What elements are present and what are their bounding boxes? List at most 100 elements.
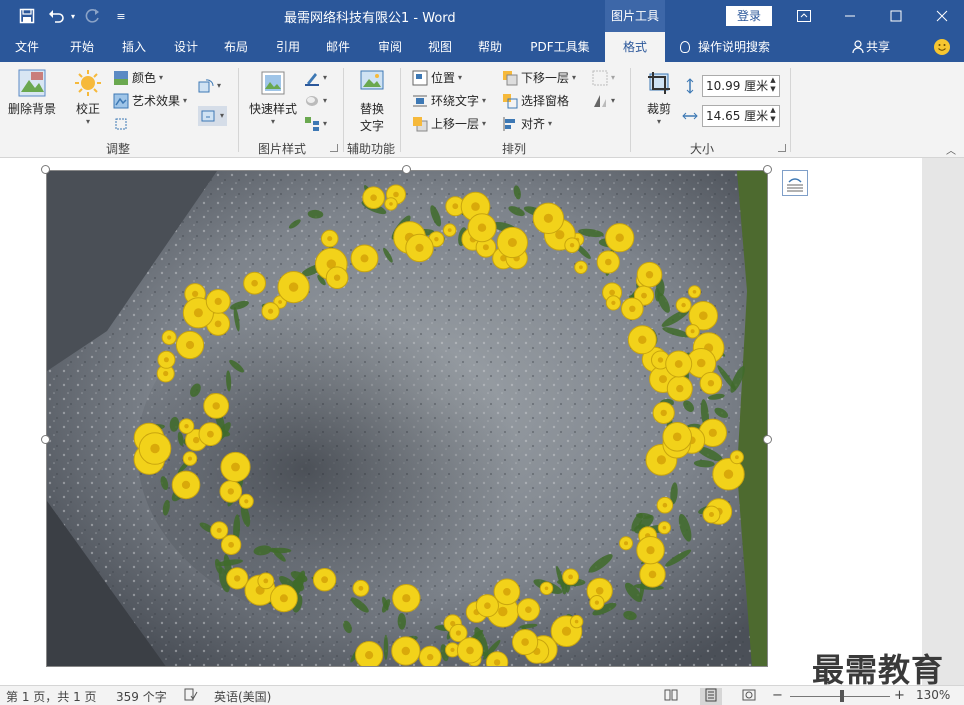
align-button[interactable]: 对齐 ▾: [502, 114, 552, 134]
artistic-effects-icon: [113, 93, 129, 109]
change-picture-button[interactable]: ▾: [198, 76, 221, 96]
login-button[interactable]: 登录: [726, 6, 772, 26]
zoom-in-button[interactable]: +: [894, 688, 905, 703]
reset-picture-button[interactable]: ▾: [198, 106, 228, 126]
tell-me-search[interactable]: 操作说明搜索: [680, 32, 770, 62]
maximize-icon[interactable]: [874, 0, 918, 32]
picture-layout-button[interactable]: ▾: [304, 114, 327, 134]
tab-home[interactable]: 开始: [58, 32, 106, 62]
customize-icon[interactable]: ≡: [106, 0, 136, 32]
quick-styles-button[interactable]: 快速样式 ▾: [246, 68, 300, 126]
flower-center: [525, 606, 532, 613]
selected-picture[interactable]: [46, 170, 768, 667]
size-launcher-icon[interactable]: [778, 144, 786, 152]
width-input[interactable]: 14.65 厘米 ▲ ▼: [702, 105, 780, 127]
group-separator: [343, 68, 344, 152]
flower-center: [455, 630, 461, 636]
resize-handle-top-right[interactable]: [763, 165, 772, 174]
word-count[interactable]: 359 个字: [116, 688, 167, 705]
compress-pictures-button[interactable]: [113, 114, 129, 134]
position-button[interactable]: 位置 ▾: [412, 68, 462, 88]
tab-layout[interactable]: 布局: [212, 32, 260, 62]
artistic-effects-button[interactable]: 艺术效果 ▾: [113, 91, 187, 111]
share-button[interactable]: 共享: [852, 32, 890, 62]
rotate-button[interactable]: ▾: [592, 91, 615, 111]
flower-center: [609, 289, 615, 296]
zoom-slider-thumb[interactable]: [840, 690, 844, 702]
page-count[interactable]: 第 1 页，共 1 页: [6, 688, 97, 705]
close-icon[interactable]: [920, 0, 964, 32]
flower-center: [692, 290, 697, 294]
collapse-ribbon-icon[interactable]: ︿: [946, 142, 956, 157]
selection-pane-button[interactable]: 选择窗格: [502, 91, 569, 111]
tab-pdf-tools[interactable]: PDF工具集: [522, 32, 598, 62]
wrap-text-button[interactable]: 环绕文字 ▾: [412, 91, 486, 111]
tab-references[interactable]: 引用: [264, 32, 312, 62]
resize-handle-right[interactable]: [763, 435, 772, 444]
tab-design[interactable]: 设计: [162, 32, 210, 62]
leaf: [383, 634, 389, 660]
artistic-effects-label: 艺术效果: [132, 94, 181, 108]
read-mode-icon[interactable]: [664, 688, 678, 705]
alt-text-button[interactable]: 替换 文字: [350, 68, 394, 134]
remove-background-button[interactable]: 删除背景: [6, 68, 58, 117]
zoom-out-button[interactable]: −: [772, 688, 783, 703]
tab-help[interactable]: 帮助: [466, 32, 514, 62]
flower-center: [216, 527, 222, 533]
width-icon: [682, 106, 698, 126]
remove-background-icon: [17, 68, 47, 98]
picture-layout-icon: [304, 116, 320, 132]
flower-center: [646, 546, 655, 555]
ribbon-display-icon[interactable]: [782, 0, 826, 32]
print-layout-icon[interactable]: [700, 688, 722, 705]
send-backward-button[interactable]: 下移一层 ▾: [502, 68, 576, 88]
flower-center: [402, 594, 411, 603]
flower-center: [660, 409, 667, 417]
flower-center: [648, 570, 657, 579]
tab-insert[interactable]: 插入: [110, 32, 158, 62]
flower-center: [641, 292, 647, 299]
web-layout-icon[interactable]: [742, 688, 756, 705]
save-icon[interactable]: [12, 0, 42, 32]
resize-handle-left[interactable]: [41, 435, 50, 444]
smiley-icon[interactable]: [934, 39, 950, 55]
color-button[interactable]: 颜色 ▾: [113, 68, 163, 88]
flower-center: [645, 271, 654, 279]
vertical-scrollbar[interactable]: [922, 158, 964, 685]
tab-view[interactable]: 视图: [416, 32, 464, 62]
wrap-text-dropdown-icon: ▾: [482, 96, 487, 105]
position-dropdown-icon: ▾: [458, 73, 463, 82]
reset-picture-icon: [201, 108, 217, 124]
flower-center: [709, 512, 714, 517]
layout-options-button[interactable]: [782, 170, 808, 196]
flower-center: [251, 279, 258, 287]
picture-effects-button[interactable]: ▾: [304, 91, 327, 111]
height-spinner[interactable]: ▲ ▼: [769, 76, 777, 94]
language-indicator[interactable]: 英语(美国): [214, 688, 271, 705]
flower-center: [415, 243, 424, 252]
resize-handle-top-left[interactable]: [41, 165, 50, 174]
color-icon: [113, 70, 129, 86]
proofing-icon[interactable]: [184, 688, 198, 705]
tab-format[interactable]: 格式: [605, 32, 665, 62]
height-icon: [682, 76, 698, 96]
tab-mailings[interactable]: 邮件: [314, 32, 362, 62]
corrections-button[interactable]: 校正 ▾: [70, 68, 106, 126]
crop-button[interactable]: 裁剪 ▾: [640, 68, 678, 126]
picture-border-button[interactable]: ▾: [304, 68, 327, 88]
resize-handle-top[interactable]: [402, 165, 411, 174]
flower-center: [674, 360, 683, 368]
flower-center: [498, 606, 508, 617]
zoom-level[interactable]: 130%: [916, 688, 950, 702]
picture-styles-launcher-icon[interactable]: [330, 144, 338, 152]
tab-review[interactable]: 审阅: [366, 32, 414, 62]
height-input[interactable]: 10.99 厘米 ▲ ▼: [702, 75, 780, 97]
tab-file[interactable]: 文件: [4, 32, 50, 62]
minimize-icon[interactable]: [828, 0, 872, 32]
width-spinner[interactable]: ▲ ▼: [769, 106, 777, 124]
flower-center: [370, 194, 377, 201]
bring-forward-button[interactable]: 上移一层 ▾: [412, 114, 486, 134]
flower-center: [214, 297, 222, 305]
corrections-dropdown-icon: ▾: [85, 117, 90, 126]
tell-me-label: 操作说明搜索: [698, 40, 771, 54]
